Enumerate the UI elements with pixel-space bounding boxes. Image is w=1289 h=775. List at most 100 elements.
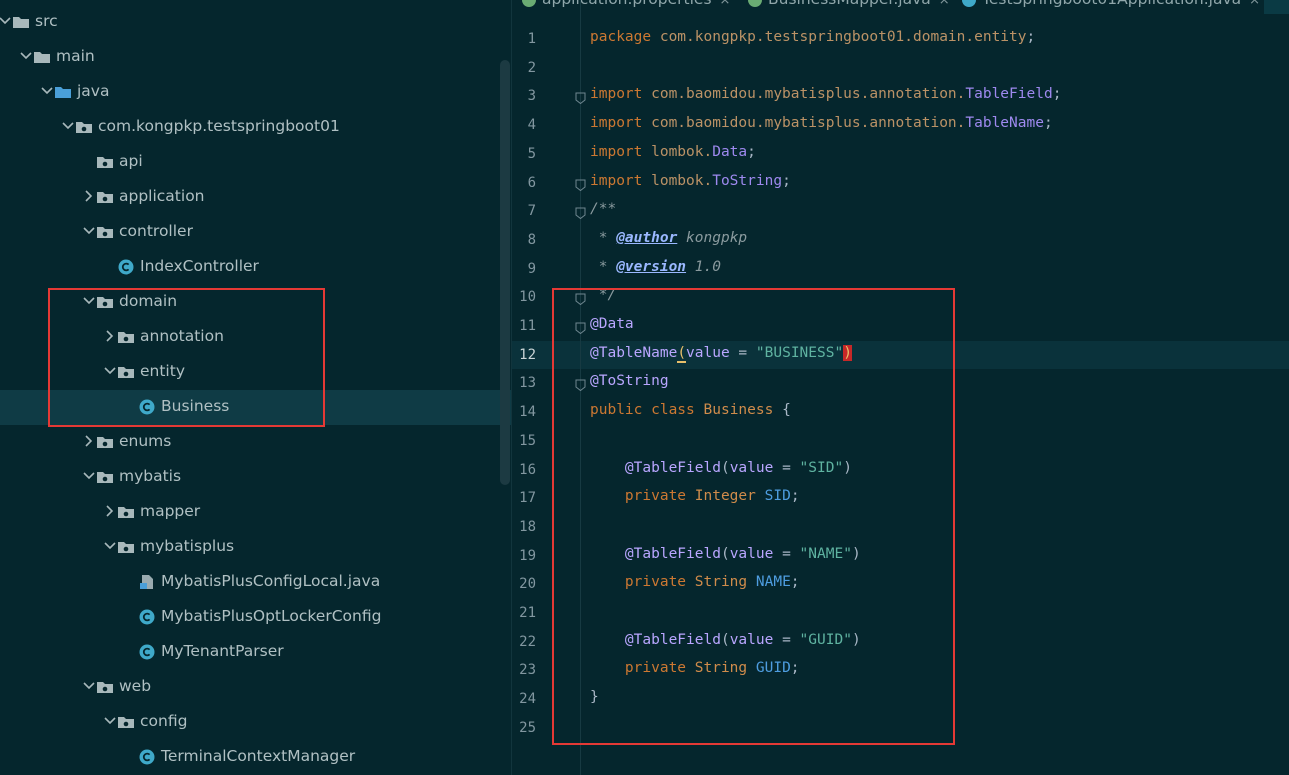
code-line[interactable]: private String NAME;: [590, 574, 800, 598]
chevron-down-icon[interactable]: [82, 679, 96, 693]
code-line[interactable]: @Data: [590, 316, 634, 340]
code-token: /**: [590, 201, 617, 218]
editor-tab[interactable]: BusinessMapper.java ×: [748, 0, 950, 14]
project-scrollbar[interactable]: [500, 60, 510, 485]
chevron-down-icon[interactable]: [82, 294, 96, 308]
chevron-down-icon[interactable]: [103, 364, 117, 378]
code-token: public: [590, 402, 652, 419]
fold-icon[interactable]: [575, 92, 586, 105]
chevron-down-icon[interactable]: [61, 119, 75, 133]
chevron-down-icon[interactable]: [0, 14, 12, 28]
chevron-right-icon[interactable]: [82, 434, 96, 448]
code-token: import: [590, 172, 652, 189]
code-line[interactable]: * @author kongpkp: [590, 230, 747, 254]
line-number: 11: [519, 318, 536, 334]
code-line[interactable]: import com.baomidou.mybatisplus.annotati…: [590, 86, 1061, 110]
line-number: 6: [527, 174, 536, 191]
code-line[interactable]: @TableField(value = "GUID"): [590, 632, 861, 656]
code-token: @TableField: [624, 631, 721, 648]
code-token: "GUID": [799, 631, 852, 648]
code-line[interactable]: @TableField(value = "NAME"): [590, 546, 861, 570]
tree-item-mybatisplus[interactable]: mybatisplus: [0, 530, 511, 565]
editor-tab[interactable]: TestSpringboot01Application.java ×: [962, 0, 1260, 14]
code-line[interactable]: */: [590, 287, 616, 311]
tree-item-label: entity: [140, 362, 185, 380]
line-number: 17: [519, 490, 536, 507]
close-tab-icon[interactable]: ×: [1249, 0, 1260, 8]
tree-item-domain[interactable]: domain: [0, 285, 511, 320]
tree-item-mybatisplusconfiglocal-java[interactable]: MybatisPlusConfigLocal.java: [0, 565, 511, 600]
tree-item-indexcontroller[interactable]: IndexController: [0, 250, 511, 285]
code-line[interactable]: /**: [590, 201, 616, 225]
code-line[interactable]: private Integer SID;: [590, 488, 800, 512]
package-icon: [96, 154, 114, 170]
tree-item-entity[interactable]: entity: [0, 355, 511, 390]
code-token: import: [590, 143, 652, 160]
code-token: *: [590, 229, 617, 246]
tree-item-mybatis[interactable]: mybatis: [0, 460, 511, 495]
tree-item-main[interactable]: main: [0, 40, 511, 75]
code-line[interactable]: @TableName(value = "BUSINESS"): [590, 344, 852, 369]
fold-icon[interactable]: [575, 179, 586, 191]
close-tab-icon[interactable]: ×: [939, 0, 950, 8]
chevron-right-icon[interactable]: [82, 189, 96, 203]
tree-item-label: MybatisPlusConfigLocal.java: [161, 572, 381, 590]
code-token: @TableField: [624, 545, 721, 562]
tree-item-business[interactable]: Business: [0, 390, 511, 425]
code-line[interactable]: import lombok.Data;: [590, 144, 756, 168]
chevron-down-icon[interactable]: [40, 84, 54, 98]
code-line[interactable]: @TableField(value = "SID"): [590, 460, 852, 484]
tree-item-config[interactable]: config: [0, 705, 511, 740]
code-line[interactable]: * @version 1.0: [590, 259, 721, 283]
tree-item-controller[interactable]: controller: [0, 215, 511, 250]
code-line[interactable]: }: [590, 689, 599, 713]
editor-tab[interactable]: application.properties ×: [522, 0, 730, 14]
tree-item-java[interactable]: java: [0, 75, 511, 110]
chevron-down-icon[interactable]: [103, 714, 117, 728]
fold-icon[interactable]: [575, 207, 586, 220]
tree-item-mapper[interactable]: mapper: [0, 495, 511, 530]
code-line[interactable]: private String GUID;: [590, 660, 800, 684]
chevron-right-icon[interactable]: [103, 504, 117, 518]
code-line[interactable]: import lombok.ToString;: [590, 173, 791, 197]
fold-icon[interactable]: [575, 379, 586, 392]
code-line[interactable]: @ToString: [590, 373, 669, 397]
tree-item-label: application: [119, 187, 205, 205]
chevron-down-icon[interactable]: [82, 469, 96, 483]
chevron-down-icon[interactable]: [19, 49, 33, 63]
tree-item-mybatisplusoptlockerconfig[interactable]: MybatisPlusOptLockerConfig: [0, 600, 511, 635]
tree-item-terminalcontextmanager[interactable]: TerminalContextManager: [0, 740, 511, 775]
fold-icon[interactable]: [575, 293, 586, 306]
code-token: (: [720, 631, 730, 648]
code-editor[interactable]: application.properties× BusinessMapper.ja…: [512, 0, 1289, 775]
tree-item-api[interactable]: api: [0, 145, 511, 180]
package-icon: [117, 504, 135, 520]
close-tab-icon[interactable]: ×: [720, 0, 731, 8]
code-token: ): [851, 545, 861, 562]
code-line[interactable]: import com.baomidou.mybatisplus.annotati…: [590, 115, 1053, 139]
tree-item-mytenantparser[interactable]: MyTenantParser: [0, 635, 511, 670]
tree-item-src[interactable]: src: [0, 5, 511, 40]
fold-icon[interactable]: [575, 322, 586, 334]
tree-item-label: com.kongpkp.testspringboot01: [98, 117, 340, 135]
chevron-down-icon[interactable]: [82, 224, 96, 238]
active-tab-marker[interactable]: [1264, 0, 1289, 14]
tree-item-web[interactable]: web: [0, 670, 511, 705]
line-number: 22: [519, 633, 536, 650]
code-line[interactable]: package com.kongpkp.testspringboot01.dom…: [590, 29, 1035, 53]
code-token: ): [843, 344, 852, 361]
line-number: 21: [519, 605, 536, 621]
code-token: private: [624, 660, 695, 677]
package-icon: [117, 364, 135, 380]
tree-item-com-kongpkp-testspringboot01[interactable]: com.kongpkp.testspringboot01: [0, 110, 511, 145]
tree-item-annotation[interactable]: annotation: [0, 320, 511, 355]
chevron-down-icon[interactable]: [103, 539, 117, 553]
chevron-right-icon[interactable]: [103, 329, 117, 343]
code-token: @TableName: [590, 344, 678, 361]
code-line[interactable]: public class Business {: [590, 402, 791, 426]
tree-item-enums[interactable]: enums: [0, 425, 511, 460]
tree-item-application[interactable]: application: [0, 180, 511, 215]
